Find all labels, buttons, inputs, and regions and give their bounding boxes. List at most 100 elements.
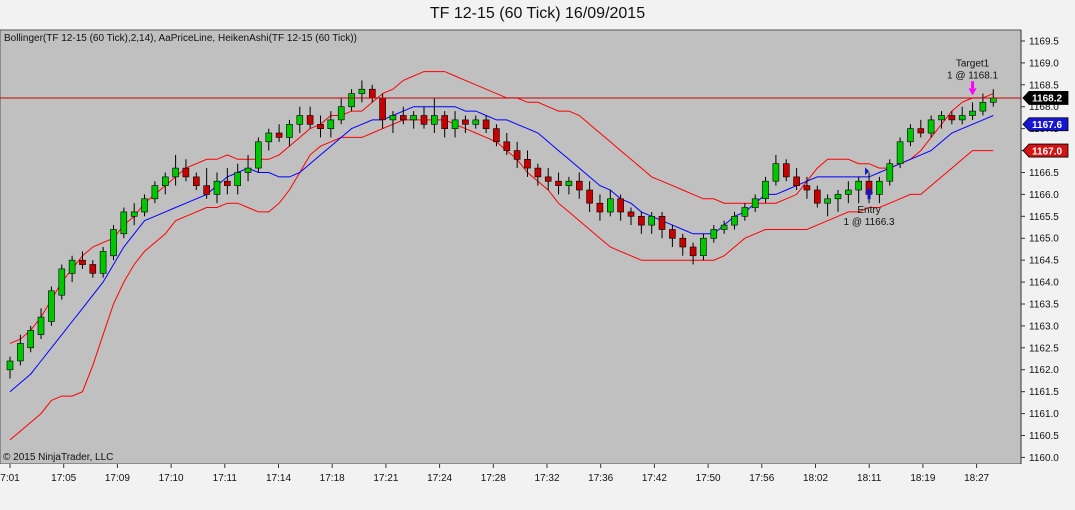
candle-body [306,115,314,125]
candle-body [182,167,190,178]
candle-body [27,329,35,349]
candle-body [803,185,811,191]
candle-body [6,360,14,371]
candle-body [110,229,117,257]
candle-body [327,119,335,130]
candle-body [648,216,656,226]
entry-price-label: 1 @ 1166.3 [843,217,895,228]
candle-body [462,119,469,125]
candle-body [638,216,645,226]
candle-body [379,97,386,121]
candle-body [420,115,428,125]
y-tick-label: 1161.5 [1029,387,1059,398]
x-tick-label: 17:11 [213,473,238,484]
candle-body [130,211,138,217]
candle-body [120,211,128,235]
y-tick-label: 1166.0 [1029,190,1059,201]
candle-body [472,119,480,125]
candle-body [669,229,676,239]
candle-body [689,246,697,257]
entry-label: Entry [857,205,880,216]
target-arrow-stem [971,81,975,89]
candle-body [58,268,66,296]
candle-body [544,176,552,182]
candle-body [348,93,355,108]
candle-body [358,88,366,94]
entry-arrow-stem [867,193,871,200]
candle-body [565,180,573,186]
x-tick-label: 17:42 [642,473,667,484]
candle-body [203,185,210,195]
candle-body [275,132,283,138]
candle-body [555,180,562,186]
x-axis-panel [0,464,1075,510]
candle-body [886,163,894,182]
x-tick-label: 7:01 [0,473,20,484]
x-tick-label: 18:27 [964,473,989,484]
candle-body [524,159,531,169]
y-tick-label: 1169.0 [1029,58,1059,69]
y-tick-label: 1168.5 [1029,80,1059,91]
y-tick-label: 1161.0 [1029,409,1059,420]
candle-body [834,194,842,200]
candle-body [772,163,780,182]
candle-body [399,115,407,121]
candle-body [927,119,935,134]
candle-body [896,141,904,165]
y-tick-label: 1164.5 [1029,256,1059,267]
candlestick-chart[interactable]: Entry1 @ 1166.3 Target11 @ 1168.1 1160.0 1… [0,0,1075,510]
y-tick-label: 1169.5 [1029,36,1059,47]
candle-body [958,115,966,121]
candle-body [917,128,925,134]
candle-body [493,128,500,143]
candle-body [37,316,45,335]
candle-body [575,180,583,191]
candle-body [441,115,449,129]
candle-body [162,176,169,186]
x-tick-label: 17:36 [588,473,613,484]
x-tick-label: 17:05 [51,473,76,484]
y-tick-label: 1160.0 [1029,453,1059,464]
candle-body [368,88,376,99]
target-price-label: 1 @ 1168.1 [947,70,999,81]
candle-body [793,176,800,186]
candle-body [48,290,55,322]
candle-body [265,132,273,143]
candle-body [296,115,304,125]
candle-body [586,189,593,204]
candle-body [213,180,221,195]
candle-body [234,172,241,186]
candle-body [99,251,107,274]
price-tag-label: 1168.2 [1032,94,1062,105]
candle-body [710,229,718,239]
candle-body [969,110,976,116]
x-tick-label: 17:24 [427,473,452,484]
x-tick-label: 18:19 [910,473,935,484]
candle-body [255,141,262,169]
x-tick-label: 17:18 [320,473,345,484]
price-tags: 1168.2 1167.6 1167.0 [1022,91,1069,158]
candle-body [782,163,790,178]
candle-body [451,119,459,130]
price-tag-label: 1167.0 [1032,146,1062,157]
y-tick-label: 1164.0 [1029,278,1059,289]
candle-body [720,224,728,230]
plot-background [0,29,1022,465]
candle-body [907,128,914,143]
candle-body [596,202,604,213]
x-tick-label: 18:11 [857,473,882,484]
y-tick-label: 1165.5 [1029,212,1059,223]
x-tick-label: 17:21 [373,473,398,484]
candle-body [606,198,614,213]
candle-body [410,115,417,121]
candle-body [751,198,759,208]
y-tick-label: 1160.5 [1029,431,1059,442]
candle-body [482,119,490,130]
candle-body [700,237,707,256]
candle-body [17,343,24,362]
copyright-text: © 2015 NinjaTrader, LLC [3,452,114,463]
candle-body [938,115,945,121]
candle-body [430,115,438,125]
candle-body [503,141,511,151]
candle-body [658,216,666,230]
